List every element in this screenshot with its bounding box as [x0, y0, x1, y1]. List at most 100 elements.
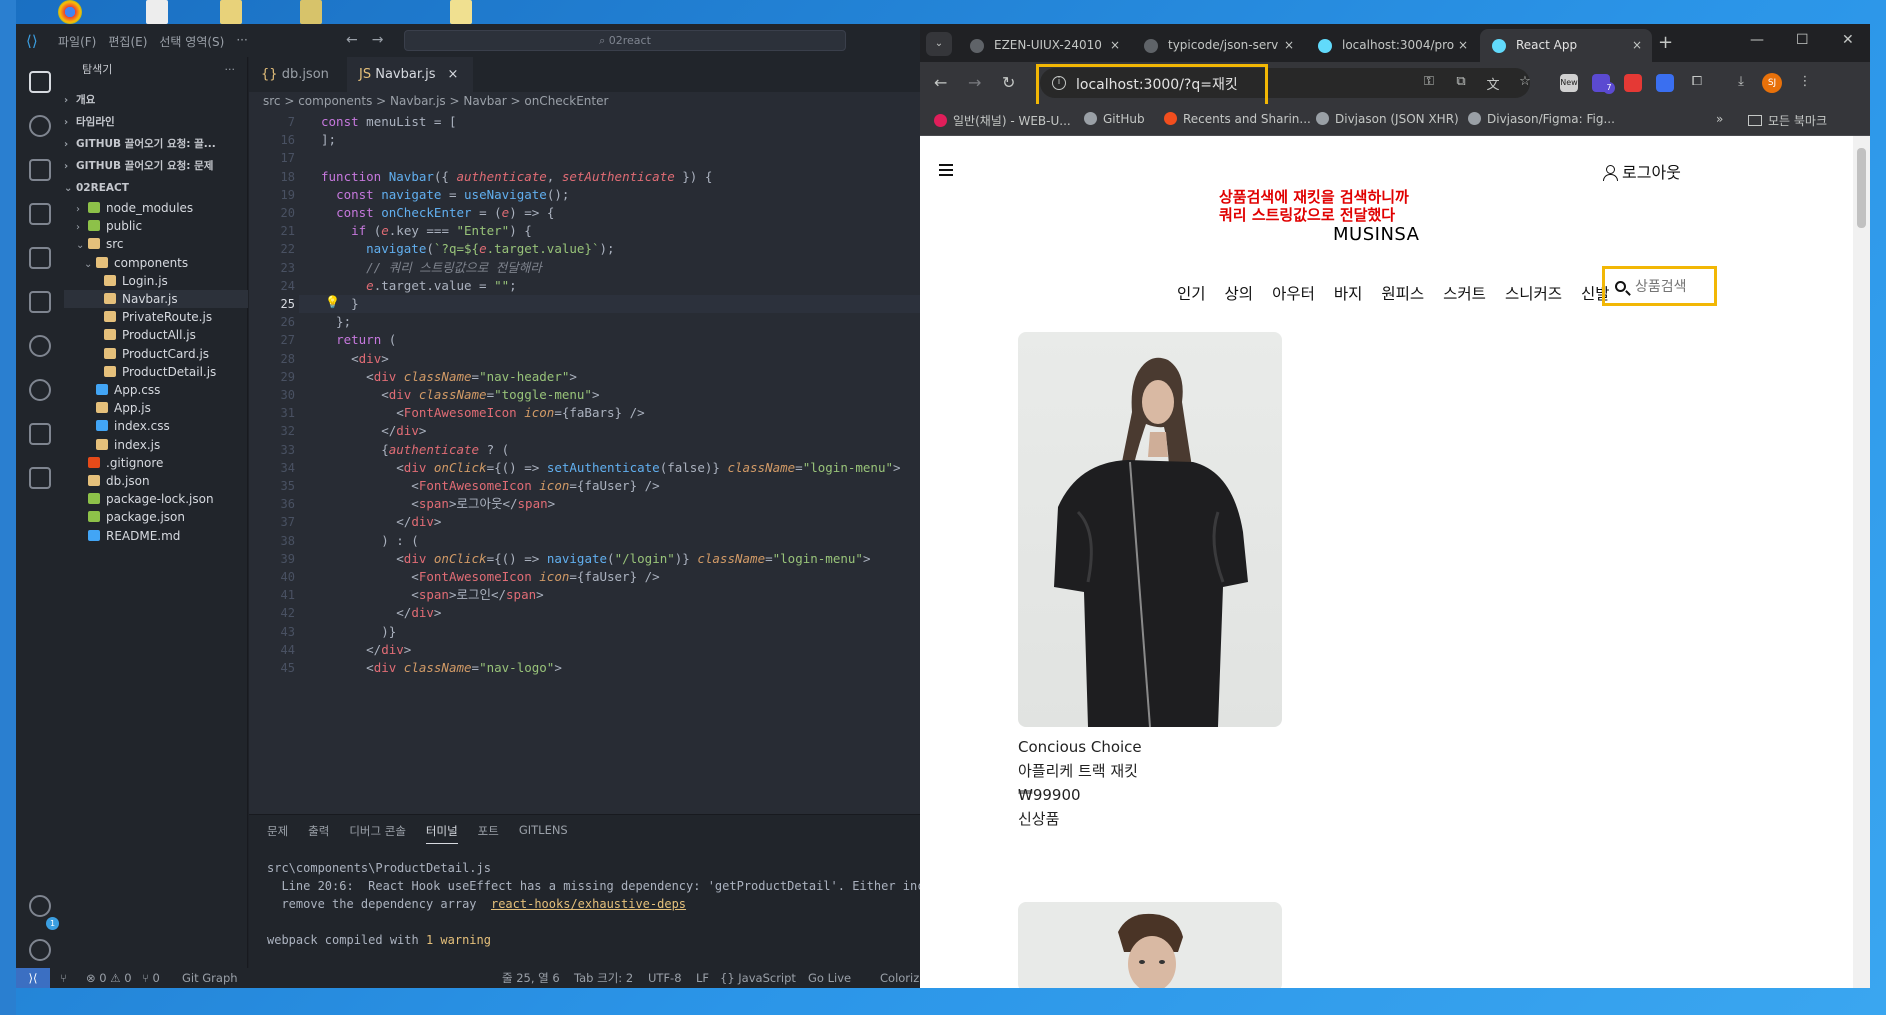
close-icon[interactable]: × — [1110, 29, 1120, 62]
bookmark-divjason-figma[interactable]: Divjason/Figma: Fig... — [1468, 112, 1615, 126]
chrome-tab-active[interactable]: React App × — [1480, 29, 1652, 62]
new-tab-button[interactable]: + — [1658, 32, 1673, 53]
close-icon[interactable]: × — [1632, 29, 1642, 62]
tree-item[interactable]: PrivateRoute.js — [64, 308, 248, 326]
panel-tab[interactable]: 터미널 — [425, 823, 458, 844]
code-line[interactable]: navigate(`?q=${e.target.value}`); — [321, 240, 614, 258]
menu-edit[interactable]: 편집(E) — [108, 33, 147, 50]
code-line[interactable]: }; — [321, 313, 351, 331]
tree-item[interactable]: › node_modules — [64, 199, 248, 217]
folder-desktop-icon[interactable] — [450, 0, 472, 24]
scroll-thumb[interactable] — [1857, 148, 1866, 228]
reload-icon[interactable]: ↻ — [1002, 73, 1015, 92]
translate-icon[interactable]: 文 — [1484, 74, 1502, 93]
tree-item[interactable]: App.css — [64, 381, 248, 399]
code-line[interactable]: )} — [321, 623, 396, 641]
colorize-status[interactable]: Coloriz — [880, 968, 919, 988]
encoding[interactable]: UTF-8 — [648, 968, 682, 988]
tree-item[interactable]: ProductDetail.js — [64, 363, 248, 381]
code-line[interactable]: <div onClick={() => setAuthenticate(fals… — [321, 459, 900, 477]
forward-icon[interactable]: → — [968, 73, 981, 92]
terminal-output[interactable]: src\components\ProductDetail.js Line 20:… — [267, 859, 953, 949]
close-icon[interactable]: × — [1284, 29, 1294, 62]
chrome-tab-3[interactable]: localhost:3004/pro × — [1306, 29, 1478, 62]
code-line[interactable]: <div onClick={() => navigate("/login")} … — [321, 550, 870, 568]
hamburger-menu-icon[interactable] — [939, 164, 953, 176]
tree-item[interactable]: index.js — [64, 436, 248, 454]
category-menu-item[interactable]: 바지 — [1334, 282, 1363, 304]
code-line[interactable]: </div> — [321, 513, 441, 531]
search-icon[interactable] — [29, 115, 51, 137]
code-line[interactable]: </div> — [321, 641, 411, 659]
git-graph-status[interactable]: Git Graph — [182, 968, 238, 988]
product-card-partial[interactable] — [1018, 902, 1282, 988]
remote-explorer-icon[interactable] — [29, 291, 51, 313]
code-line[interactable]: e.target.value = ""; — [321, 277, 517, 295]
breadcrumb[interactable]: src > components > Navbar.js > Navbar > … — [263, 94, 608, 108]
tree-item[interactable]: › public — [64, 217, 248, 235]
category-menu-item[interactable]: 원피스 — [1381, 282, 1424, 304]
search-input[interactable] — [1635, 275, 1715, 299]
code-line[interactable]: </div> — [321, 604, 441, 622]
forward-arrow-icon[interactable]: → — [372, 32, 384, 48]
code-line[interactable]: {authenticate ? ( — [321, 441, 509, 459]
menu-selection[interactable]: 선택 영역(S) — [159, 33, 224, 50]
category-menu-item[interactable]: 상의 — [1225, 282, 1254, 304]
bookmark-github[interactable]: GitHub — [1084, 112, 1145, 126]
git-graph-icon[interactable] — [29, 335, 51, 357]
chrome-menu-icon[interactable]: ⋮ — [1796, 74, 1814, 92]
menu-file[interactable]: 파일(F) — [58, 33, 96, 50]
code-line[interactable]: <FontAwesomeIcon icon={faUser} /> — [321, 568, 659, 586]
tree-item[interactable]: package.json — [64, 508, 248, 526]
musinsa-logo[interactable]: MUSINSA — [1333, 224, 1419, 245]
code-line[interactable]: <FontAwesomeIcon icon={faBars} /> — [321, 404, 644, 422]
panel-tab[interactable]: GITLENS — [519, 823, 568, 844]
tree-item[interactable]: Navbar.js — [64, 290, 248, 308]
command-center-search[interactable]: ⌕ 02react — [404, 30, 846, 51]
maximize-icon[interactable]: ☐ — [1796, 32, 1809, 48]
chrome-tab-2[interactable]: typicode/json-serv × — [1132, 29, 1304, 62]
tree-item[interactable]: README.md — [64, 527, 248, 545]
code-line[interactable]: ]; — [321, 131, 336, 149]
settings-gear-icon[interactable] — [29, 939, 51, 961]
code-line[interactable]: </div> — [321, 422, 426, 440]
close-icon[interactable]: × — [448, 67, 459, 82]
folder-desktop-icon[interactable] — [220, 0, 242, 24]
code-line[interactable]: <div className="nav-logo"> — [321, 659, 562, 677]
bookmark-figma[interactable]: Recents and Sharin... — [1164, 112, 1311, 126]
tab-size[interactable]: Tab 크기: 2 — [574, 968, 633, 988]
all-bookmarks[interactable]: 모든 북마크 — [1748, 112, 1827, 129]
product-card[interactable]: Concious Choice 아플리케 트랙 재킷 ₩99900 신상품 — [1018, 332, 1282, 831]
code-line[interactable]: } — [321, 295, 359, 313]
line-ending[interactable]: LF — [696, 968, 709, 988]
panel-tab[interactable]: 포트 — [478, 823, 499, 844]
bookmark-divjason-json[interactable]: Divjason (JSON XHR) — [1316, 112, 1459, 126]
branch-icon[interactable]: ⑂ — [60, 968, 67, 988]
bookmark-slack[interactable]: 일반(채널) - WEB-U... — [934, 112, 1071, 129]
code-line[interactable]: <div className="toggle-menu"> — [321, 386, 599, 404]
tree-item[interactable]: ⌄ src — [64, 235, 248, 253]
tree-item[interactable]: package-lock.json — [64, 490, 248, 508]
extension-blue-icon[interactable] — [1656, 74, 1674, 92]
tree-item[interactable]: ProductAll.js — [64, 326, 248, 344]
explorer-more-icon[interactable]: ··· — [225, 57, 236, 83]
back-arrow-icon[interactable]: ← — [346, 32, 358, 48]
tree-item[interactable]: ⌄ components — [64, 254, 248, 272]
section-github-pr[interactable]: › GITHUB 끌어오기 요청: 끌... — [64, 133, 248, 155]
folder-desktop-icon[interactable] — [300, 0, 322, 24]
code-line[interactable]: <FontAwesomeIcon icon={faUser} /> — [321, 477, 659, 495]
product-image[interactable] — [1018, 332, 1282, 727]
source-control-icon[interactable] — [29, 159, 51, 181]
category-menu-item[interactable]: 아우터 — [1272, 282, 1315, 304]
run-debug-icon[interactable] — [29, 203, 51, 225]
explorer-icon[interactable] — [29, 71, 51, 93]
tree-item[interactable]: index.css — [64, 417, 248, 435]
docker-icon[interactable] — [29, 467, 51, 489]
language-mode[interactable]: {} JavaScript — [720, 968, 796, 988]
gitlens-icon[interactable] — [29, 423, 51, 445]
extensions-icon[interactable] — [29, 247, 51, 269]
bookmarks-overflow-icon[interactable]: » — [1716, 112, 1723, 126]
page-scrollbar[interactable] — [1853, 136, 1870, 988]
tree-item[interactable]: db.json — [64, 472, 248, 490]
category-menu-item[interactable]: 스커트 — [1443, 282, 1486, 304]
